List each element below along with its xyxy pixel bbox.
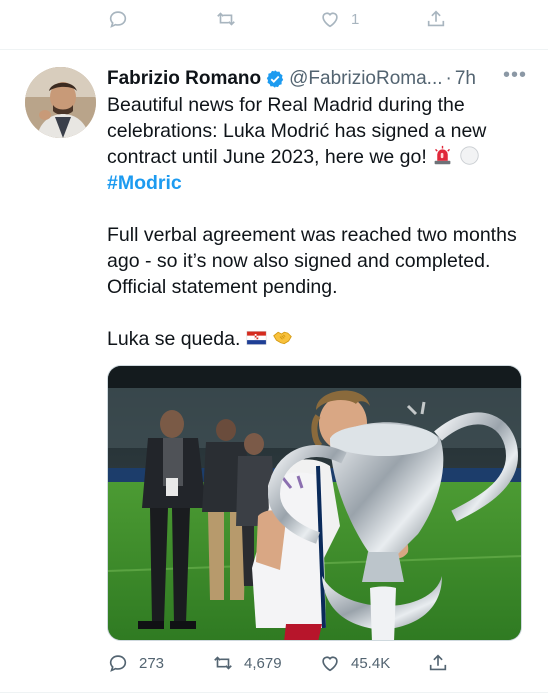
header-separator: · [445,68,452,89]
more-icon[interactable]: ••• [503,64,527,87]
like-button[interactable]: 45.4K [319,652,390,674]
previous-reply-button[interactable] [107,8,129,30]
author-handle[interactable]: @FabrizioRoma... [289,68,442,90]
tweet-media-image[interactable] [107,365,522,641]
previous-like-button[interactable]: 1 [319,8,359,30]
tweet-text: Beautiful news for Real Madrid during th… [107,92,527,352]
handshake-emoji [273,331,293,345]
reply-button[interactable]: 273 [107,652,164,674]
retweet-icon [217,12,235,26]
author-name[interactable]: Fabrizio Romano [107,68,261,90]
hashtag-link[interactable]: #Modric [107,172,182,194]
tweet-paragraph-3: Luka se queda. [107,326,527,352]
tweet[interactable]: Fabrizio Romano @FabrizioRoma... · 7h ••… [0,52,548,692]
previous-like-count: 1 [351,10,360,28]
share-icon [427,10,445,27]
previous-tweet-actions: 1 [0,0,548,50]
tweet-paragraph-2: Full verbal agreement was reached two mo… [107,224,517,298]
retweet-count: 4,679 [244,654,282,672]
share-button[interactable] [427,652,449,674]
tweet-header: Fabrizio Romano @FabrizioRoma... · 7h ••… [107,64,527,92]
avatar[interactable] [25,67,96,138]
like-count: 45.4K [351,654,391,672]
tweet-divider [0,692,548,693]
retweet-icon [214,656,232,670]
police-light-emoji [434,145,451,165]
trophy-celebration-photo [108,366,521,640]
tweet-timestamp[interactable]: 7h [455,68,476,90]
reply-count: 273 [139,654,165,672]
tweet-paragraph-1: Beautiful news for Real Madrid during th… [107,92,527,196]
reply-icon [109,11,127,28]
tweet-actions: 273 4,679 45.4K [107,652,527,676]
heart-icon [322,656,338,672]
previous-share-button[interactable] [425,8,447,30]
retweet-button[interactable]: 4,679 [212,652,282,674]
verified-badge-icon [266,70,284,88]
share-icon [429,654,447,671]
reply-icon [109,655,127,672]
croatia-flag-emoji [246,331,267,345]
tweet-text-para3: Luka se queda. [107,328,241,350]
white-circle-emoji [459,146,479,165]
previous-retweet-button[interactable] [215,8,237,30]
tweet-text-line1: Beautiful news for Real Madrid during th… [107,94,487,168]
heart-icon [322,12,338,28]
avatar-photo [25,67,96,138]
